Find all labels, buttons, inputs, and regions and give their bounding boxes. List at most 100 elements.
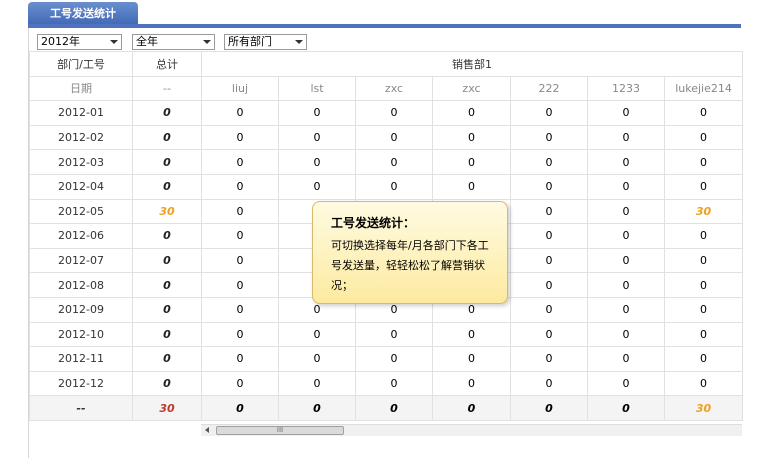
chevron-down-icon [203,40,211,44]
tooltip-title: 工号发送统计： [331,216,416,230]
cell-value: 0 [201,321,279,348]
user-column-header: zxc [432,75,511,102]
row-total: 0 [132,247,202,274]
table-row: 2012-02 0 0 0 0 0 0 0 0 [29,124,744,151]
dept-select-value: 所有部门 [228,35,272,48]
group-header: 销售部1 [200,51,744,77]
year-select[interactable]: 2012年 [37,34,122,50]
cell-value: 0 [432,100,511,126]
sum-value: 0 [355,395,433,421]
period-select[interactable]: 全年 [132,34,215,50]
dept-select[interactable]: 所有部门 [224,34,307,50]
tab-send-stats[interactable]: 工号发送统计 [28,2,138,26]
row-date: 2012-07 [29,247,133,274]
cell-value: 0 [432,149,511,175]
cell-value: 0 [587,198,665,225]
table-row: 2012-12 0 0 0 0 0 0 0 0 [29,370,744,397]
cell-value: 0 [587,100,665,126]
cell-value: 0 [663,370,744,397]
cell-value: 0 [663,173,744,200]
scrollbar-thumb[interactable]: III [216,426,344,435]
row-date: 2012-08 [29,272,133,298]
cell-value: 0 [201,247,279,274]
row-total: 0 [132,321,202,348]
row-date: 2012-09 [29,296,133,323]
cell-value: 0 [663,321,744,348]
row-date: 2012-04 [29,173,133,200]
cell-value: 0 [201,296,279,323]
scroll-left-icon[interactable] [205,427,209,433]
row-total: 0 [132,370,202,397]
header-row-2: 日期 -- liuj lst zxc zxc 222 1233 lukejie2… [29,75,744,102]
tooltip-body: 可切换选择每年/月各部门下各工号发送量，轻轻松松了解营销状况； [331,239,489,292]
cell-value: 0 [587,370,665,397]
cell-value: 0 [587,149,665,175]
total-subheader: -- [132,75,202,102]
row-total: 0 [132,296,202,323]
cell-value: 0 [510,370,588,397]
cell-value: 0 [510,272,588,298]
cell-value: 0 [355,346,433,372]
cell-value: 0 [278,149,356,175]
tooltip-callout: 工号发送统计： 可切换选择每年/月各部门下各工号发送量，轻轻松松了解营销状况； [312,179,508,304]
cell-value: 0 [201,223,279,249]
cell-value: 0 [355,370,433,397]
cell-value: 0 [201,272,279,298]
row-date: 2012-06 [29,223,133,249]
row-date: 2012-12 [29,370,133,397]
sum-total: 30 [132,395,202,421]
table-row: 2012-11 0 0 0 0 0 0 0 0 [29,346,744,372]
row-date: 2012-05 [29,198,133,225]
sum-value: 0 [201,395,279,421]
table-row: 2012-03 0 0 0 0 0 0 0 0 [29,149,744,175]
sum-value: 0 [278,395,356,421]
row-date: 2012-10 [29,321,133,348]
row-total: 0 [132,149,202,175]
cell-value: 0 [278,100,356,126]
row-total: 0 [132,346,202,372]
cell-value: 0 [587,124,665,151]
tab-bar: 工号发送统计 [0,0,741,28]
cell-value: 0 [510,198,588,225]
cell-value: 0 [432,370,511,397]
chevron-down-icon [295,40,303,44]
user-column-header: 1233 [587,75,665,102]
header-row-1: 部门/工号 总计 销售部1 [29,51,744,77]
cell-value: 0 [278,321,356,348]
cell-value: 0 [201,346,279,372]
row-total: 0 [132,173,202,200]
cell-value: 0 [587,247,665,274]
table-row: 2012-04 0 0 0 0 0 0 0 0 [29,173,744,200]
cell-value: 0 [510,100,588,126]
chevron-down-icon [110,40,118,44]
cell-value: 0 [510,124,588,151]
cell-value: 0 [201,198,279,225]
user-column-header: liuj [201,75,279,102]
cell-value: 0 [587,296,665,323]
row-total: 0 [132,223,202,249]
user-column-header: 222 [510,75,588,102]
sum-row: -- 30 0 0 0 0 0 0 30 [29,395,744,421]
row-total: 30 [132,198,202,225]
cell-value: 0 [278,370,356,397]
table-row: 2012-01 0 0 0 0 0 0 0 0 [29,100,744,126]
cell-value: 0 [587,272,665,298]
cell-value: 0 [278,346,356,372]
cell-value: 0 [201,149,279,175]
row-date: 2012-01 [29,100,133,126]
cell-value: 0 [663,124,744,151]
period-select-value: 全年 [136,35,158,48]
cell-value: 0 [432,321,511,348]
sum-value: 30 [663,395,744,421]
sum-label: -- [29,395,133,421]
horizontal-scrollbar[interactable]: III [201,424,742,436]
cell-value: 0 [663,247,744,274]
row-total: 0 [132,272,202,298]
sum-value: 0 [587,395,665,421]
user-column-header: lukejie214 [663,75,744,102]
table-row: 2012-10 0 0 0 0 0 0 0 0 [29,321,744,348]
cell-value: 0 [432,173,511,200]
user-column-header: lst [278,75,356,102]
cell-value: 0 [663,346,744,372]
date-column-header: 日期 [29,75,133,102]
